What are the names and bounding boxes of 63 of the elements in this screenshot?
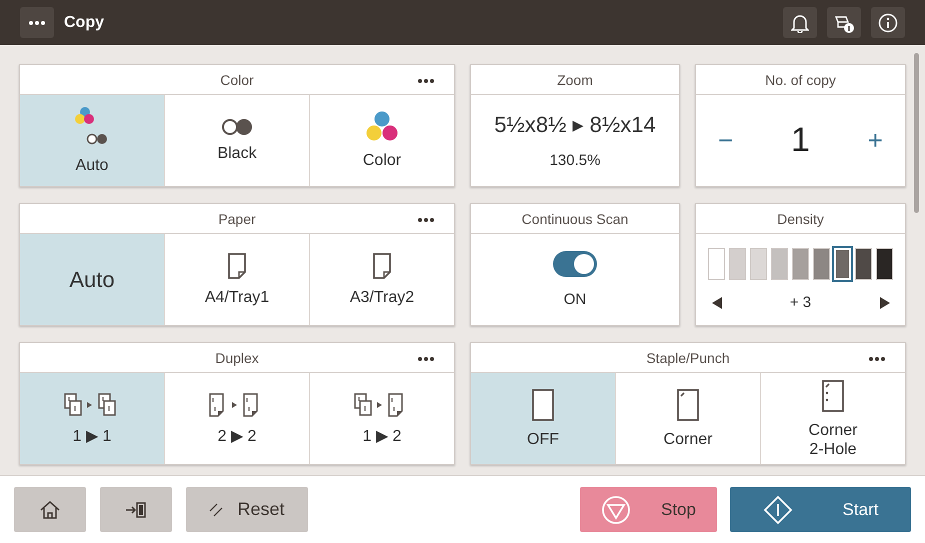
printer-info-icon[interactable] <box>827 7 861 38</box>
more-icon <box>29 20 45 24</box>
density-swatch[interactable] <box>832 246 853 282</box>
option-button[interactable]: 1 ▶ 1 <box>20 373 164 464</box>
home-button[interactable] <box>14 487 86 532</box>
option-button[interactable]: Corner <box>615 373 760 464</box>
panel-title: Color <box>220 72 254 88</box>
option-button[interactable]: Corner 2-Hole <box>760 373 905 464</box>
option-button[interactable]: Color <box>309 95 454 186</box>
option-button[interactable]: Auto <box>20 95 164 186</box>
mono-circles-icon <box>220 118 254 136</box>
toggle-label: ON <box>564 291 586 308</box>
density-swatch[interactable] <box>855 248 872 280</box>
stop-icon <box>601 494 631 524</box>
density-swatch[interactable] <box>876 248 893 280</box>
paper-icon <box>227 252 247 280</box>
exit-icon <box>125 500 147 520</box>
panel-title: Zoom <box>557 72 593 88</box>
right-arrow-icon[interactable] <box>878 296 890 310</box>
density-swatch[interactable] <box>729 248 746 280</box>
density-swatch[interactable] <box>750 248 767 280</box>
zoom-sizes: 5½x8½ ▸ 8½x14 <box>494 112 656 138</box>
paper-icon <box>372 252 392 280</box>
minus-button[interactable]: − <box>714 125 738 156</box>
left-arrow-icon[interactable] <box>710 296 722 310</box>
panel-title: Density <box>777 210 824 226</box>
density-swatch[interactable] <box>813 248 830 280</box>
sheet-icon <box>676 388 700 422</box>
panel-title: Staple/Punch <box>646 350 730 366</box>
density-swatch[interactable] <box>708 248 725 280</box>
stop-button[interactable]: Stop <box>580 487 717 532</box>
option-button[interactable]: 2 ▶ 2 <box>164 373 309 464</box>
plus-button[interactable]: + <box>864 125 887 156</box>
menu-button[interactable] <box>20 7 54 38</box>
start-icon <box>762 494 793 524</box>
reset-button[interactable]: Reset <box>186 487 308 532</box>
bell-icon[interactable] <box>783 7 817 38</box>
home-icon <box>39 500 61 520</box>
info-icon[interactable] <box>871 7 905 38</box>
panel-title: No. of copy <box>765 72 836 88</box>
density-swatch[interactable] <box>771 248 788 280</box>
option-button[interactable]: OFF <box>471 373 615 464</box>
option-button[interactable]: 1 ▶ 2 <box>309 373 454 464</box>
copy-count: 1 <box>791 121 810 160</box>
start-button[interactable]: Start <box>730 487 911 532</box>
zoom-percent: 130.5% <box>550 152 600 169</box>
scrollbar[interactable] <box>914 53 919 213</box>
sheet-icon <box>821 378 845 412</box>
panel-title: Paper <box>218 210 256 226</box>
toner-circles-icon <box>365 111 399 143</box>
sheet-icon <box>531 388 555 422</box>
option-button[interactable]: A4/Tray1 <box>164 234 309 325</box>
exit-button[interactable] <box>100 487 172 532</box>
screen-title: Copy <box>64 14 105 32</box>
density-value: + 3 <box>790 294 812 311</box>
reset-icon <box>209 502 224 516</box>
option-button[interactable]: Auto <box>20 234 164 325</box>
panel-title: Continuous Scan <box>522 210 628 226</box>
option-button[interactable]: Black <box>164 95 309 186</box>
density-swatch[interactable] <box>792 248 809 280</box>
panel-title: Duplex <box>215 350 259 366</box>
toggle-switch[interactable] <box>553 251 597 277</box>
option-button[interactable]: A3/Tray2 <box>309 234 454 325</box>
